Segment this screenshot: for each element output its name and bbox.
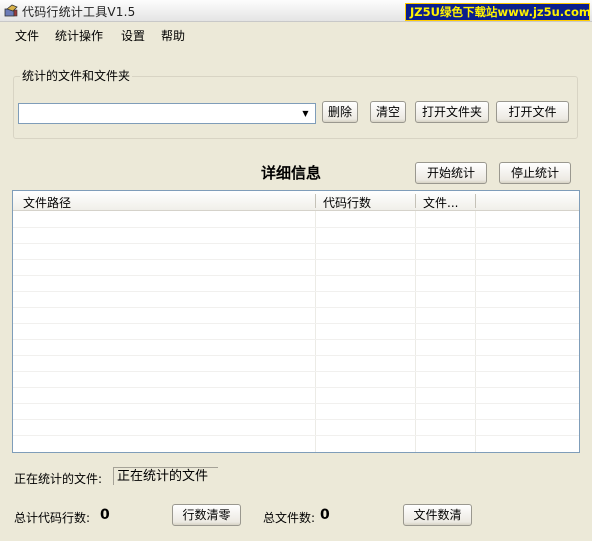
row-gridline	[13, 355, 579, 356]
row-gridline	[13, 435, 579, 436]
total-lines-label: 总计代码行数:	[14, 511, 91, 525]
row-gridline	[13, 323, 579, 324]
stop-count-button[interactable]: 停止统计	[499, 162, 571, 184]
row-gridline	[13, 371, 579, 372]
header-divider[interactable]	[415, 194, 416, 208]
total-lines-value: 0	[100, 507, 110, 523]
column-divider	[315, 191, 316, 452]
menu-stat-ops[interactable]: 统计操作	[55, 27, 103, 44]
menu-file[interactable]: 文件	[15, 27, 39, 44]
combo-dropdown-arrow-icon[interactable]: ▼	[297, 105, 314, 122]
file-list-view[interactable]: 文件路径 代码行数 文件...	[12, 190, 580, 453]
row-gridline	[13, 243, 579, 244]
total-files-value: 0	[320, 507, 330, 523]
column-header-file-extra[interactable]: 文件...	[423, 194, 458, 211]
column-header-file-path[interactable]: 文件路径	[23, 194, 71, 211]
menu-bar: 文件 统计操作 设置 帮助	[0, 23, 592, 45]
watermark-banner: JZ5U绿色下载站www.jz5u.com	[405, 3, 591, 21]
row-gridline	[13, 419, 579, 420]
app-icon	[4, 4, 18, 17]
clear-button[interactable]: 清空	[370, 101, 406, 123]
current-file-value: 正在统计的文件	[113, 467, 218, 485]
row-gridline	[13, 403, 579, 404]
reset-files-button[interactable]: 文件数清	[403, 504, 472, 526]
row-gridline	[13, 387, 579, 388]
menu-help[interactable]: 帮助	[161, 27, 185, 44]
path-combobox[interactable]: ▼	[18, 103, 316, 124]
list-header: 文件路径 代码行数 文件...	[13, 191, 579, 211]
reset-lines-button[interactable]: 行数清零	[172, 504, 241, 526]
menu-settings[interactable]: 设置	[121, 27, 145, 44]
row-gridline	[13, 259, 579, 260]
column-divider	[475, 191, 476, 452]
open-folder-button[interactable]: 打开文件夹	[415, 101, 489, 123]
header-divider[interactable]	[475, 194, 476, 208]
row-gridline	[13, 307, 579, 308]
row-gridline	[13, 291, 579, 292]
title-bar[interactable]: 代码行统计工具V1.5 JZ5U绿色下载站www.jz5u.com	[0, 0, 592, 22]
header-divider[interactable]	[315, 194, 316, 208]
delete-button[interactable]: 删除	[322, 101, 358, 123]
file-selection-group-label: 统计的文件和文件夹	[20, 67, 133, 84]
total-files-label: 总文件数:	[263, 511, 316, 525]
column-divider	[415, 191, 416, 452]
open-file-button[interactable]: 打开文件	[496, 101, 569, 123]
row-gridline	[13, 227, 579, 228]
row-gridline	[13, 339, 579, 340]
row-gridline	[13, 275, 579, 276]
column-header-line-count[interactable]: 代码行数	[323, 194, 371, 211]
current-file-label: 正在统计的文件:	[14, 472, 103, 486]
details-title: 详细信息	[261, 164, 322, 182]
window-title: 代码行统计工具V1.5	[22, 5, 136, 19]
start-count-button[interactable]: 开始统计	[415, 162, 487, 184]
